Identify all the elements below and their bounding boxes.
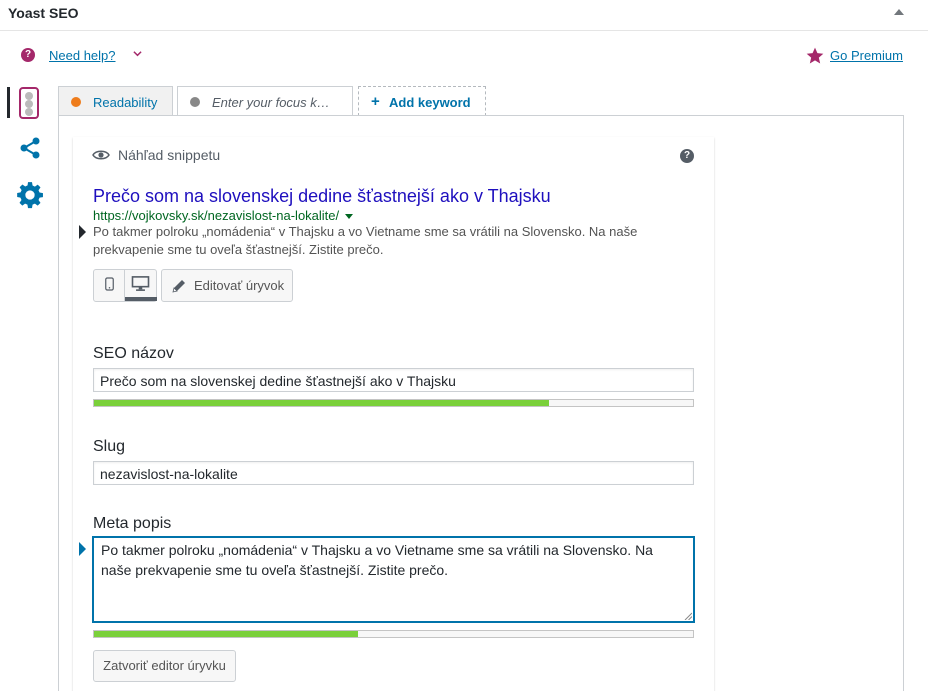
seo-title-progress	[93, 399, 694, 407]
tab-focus-label: Enter your focus k…	[212, 95, 330, 110]
share-icon[interactable]	[18, 136, 42, 160]
seo-title-progress-fill	[94, 400, 550, 406]
collapse-toggle-icon[interactable]	[894, 9, 904, 15]
snippet-heading-text: Náhľad snippetu	[118, 147, 221, 163]
meta-description-textarea[interactable]: Po takmer polroku „nomádenia“ v Thajsku …	[93, 537, 694, 622]
traffic-light-icon[interactable]	[19, 87, 39, 119]
serp-title[interactable]: Prečo som na slovenskej dedine šťastnejš…	[93, 186, 551, 207]
plus-icon: +	[371, 93, 380, 110]
chevron-down-icon[interactable]	[133, 49, 142, 58]
slug-input[interactable]: nezavislost-na-lokalite	[93, 461, 694, 485]
smartphone-icon	[105, 277, 114, 291]
go-premium-link[interactable]: Go Premium	[830, 48, 903, 63]
meta-description-progress-fill	[94, 631, 358, 637]
status-dot-orange	[71, 97, 81, 107]
pencil-icon	[172, 280, 185, 293]
edit-snippet-button[interactable]: Editovať úryvok	[161, 269, 293, 302]
help-row: ? Need help? Go Premium	[0, 44, 928, 68]
meta-description-progress	[93, 630, 694, 638]
snippet-editor-card: Náhľad snippetu ? Prečo som na slovenske…	[73, 137, 714, 691]
description-marker-icon	[79, 225, 86, 239]
meta-description-text: Po takmer polroku „nomádenia“ v Thajsku …	[101, 542, 653, 578]
slug-label: Slug	[93, 438, 126, 455]
help-circle-icon[interactable]: ?	[21, 48, 35, 62]
metabox-title: Yoast SEO	[8, 5, 79, 21]
serp-description[interactable]: Po takmer polroku „nomádenia“ v Thajsku …	[93, 223, 653, 259]
metabox-header: Yoast SEO	[0, 0, 928, 31]
desktop-icon	[131, 276, 150, 291]
serp-url[interactable]: https://vojkovsky.sk/nezavislost-na-loka…	[93, 208, 354, 223]
tab-readability-label: Readability	[93, 95, 158, 110]
star-icon	[806, 47, 824, 64]
preview-mode-toggle	[93, 269, 157, 302]
tab-readability[interactable]: Readability	[58, 86, 173, 116]
mobile-preview-button[interactable]	[94, 270, 125, 301]
meta-marker-icon	[79, 542, 86, 556]
desktop-preview-button[interactable]	[125, 270, 157, 301]
edit-snippet-label: Editovať úryvok	[194, 278, 285, 293]
snippet-preview-heading: Náhľad snippetu	[92, 147, 221, 163]
add-keyword-label: Add keyword	[389, 95, 471, 110]
status-dot-gray	[190, 97, 200, 107]
meta-description-label: Meta popis	[93, 515, 172, 532]
resize-grip-icon[interactable]	[684, 612, 692, 620]
snippet-panel: Náhľad snippetu ? Prečo som na slovenske…	[58, 115, 904, 691]
add-keyword-button[interactable]: + Add keyword	[358, 86, 486, 116]
serp-url-text: https://vojkovsky.sk/nezavislost-na-loka…	[93, 208, 340, 223]
url-dropdown-icon	[345, 214, 354, 220]
seo-title-label: SEO názov	[93, 345, 174, 362]
help-question-icon[interactable]: ?	[680, 149, 694, 163]
close-snippet-editor-button[interactable]: Zatvoriť editor úryvku	[93, 650, 236, 682]
need-help-link[interactable]: Need help?	[49, 48, 116, 63]
seo-title-input[interactable]: Prečo som na slovenskej dedine šťastnejš…	[93, 368, 694, 392]
tab-focus-keyword[interactable]: Enter your focus k…	[177, 86, 353, 117]
gear-icon[interactable]	[16, 181, 44, 209]
eye-icon	[92, 150, 110, 160]
active-tab-indicator	[7, 87, 10, 118]
